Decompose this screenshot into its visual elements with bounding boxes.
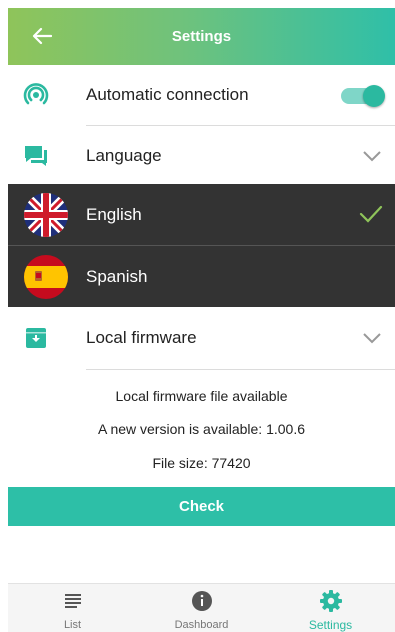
local-firmware-label: Local firmware bbox=[86, 328, 197, 347]
nav-item-dashboard[interactable]: Dashboard bbox=[137, 584, 266, 632]
archive-download-icon bbox=[22, 324, 50, 352]
chevron-down-icon[interactable] bbox=[361, 145, 383, 167]
app-frame: Settings Automatic connection Language E… bbox=[8, 8, 395, 632]
page-title: Settings bbox=[171, 28, 232, 45]
firmware-size-text: File size: 77420 bbox=[152, 455, 251, 471]
auto-connection-label: Automatic connection bbox=[86, 85, 249, 104]
language-option-spanish[interactable]: Spanish bbox=[8, 246, 395, 307]
chat-bubbles-icon bbox=[22, 142, 50, 170]
language-option-label: Spanish bbox=[86, 267, 148, 286]
spain-flag-icon bbox=[24, 255, 68, 299]
nav-label: List bbox=[63, 619, 82, 631]
local-firmware-row[interactable]: Local firmware bbox=[8, 308, 395, 368]
bottom-nav: List Dashboard Settings bbox=[8, 583, 395, 632]
nav-item-list[interactable]: List bbox=[8, 584, 137, 632]
nav-item-settings[interactable]: Settings bbox=[266, 584, 395, 632]
toggle-knob bbox=[363, 85, 385, 107]
nav-label: Dashboard bbox=[174, 619, 229, 631]
firmware-status-text: Local firmware file available bbox=[115, 388, 288, 404]
gear-icon bbox=[266, 589, 395, 613]
check-button[interactable]: Check bbox=[8, 487, 395, 526]
language-option-label: English bbox=[86, 205, 142, 224]
language-option-english[interactable]: English bbox=[8, 184, 395, 245]
firmware-version-text: A new version is available: 1.00.6 bbox=[97, 421, 305, 437]
auto-connection-toggle[interactable] bbox=[341, 85, 385, 107]
check-icon bbox=[359, 205, 383, 223]
info-icon bbox=[137, 589, 266, 613]
nav-label: Settings bbox=[308, 618, 353, 632]
language-row[interactable]: Language bbox=[8, 126, 395, 186]
uk-flag-icon bbox=[24, 193, 68, 237]
chevron-down-icon[interactable] bbox=[361, 327, 383, 349]
auto-connection-row[interactable]: Automatic connection bbox=[8, 65, 395, 125]
wireless-icon bbox=[22, 81, 50, 109]
divider bbox=[86, 369, 395, 370]
language-label: Language bbox=[86, 146, 162, 165]
app-header: Settings bbox=[8, 8, 395, 65]
list-icon bbox=[8, 589, 137, 613]
